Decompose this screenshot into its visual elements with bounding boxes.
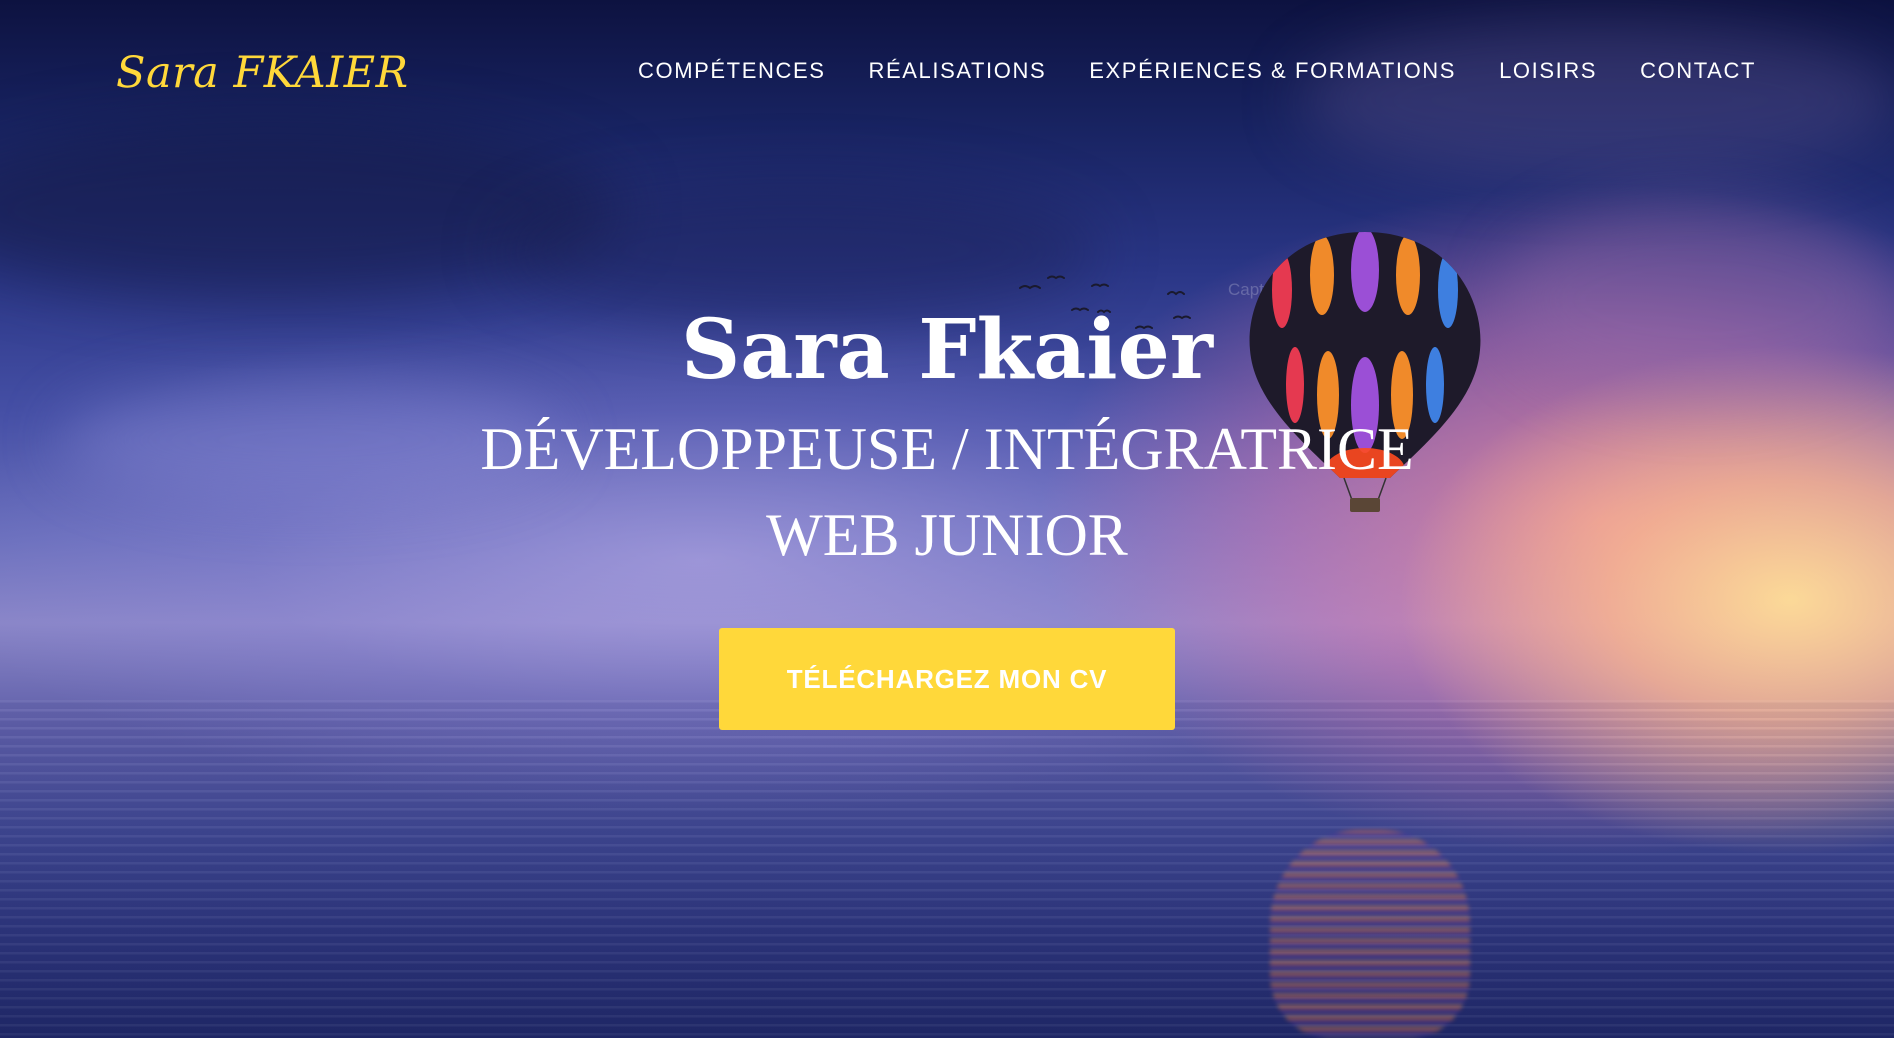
nav-link-contact[interactable]: CONTACT [1640,58,1756,84]
download-cv-button[interactable]: TÉLÉCHARGEZ MON CV [719,628,1175,730]
nav-link-loisirs[interactable]: LOISIRS [1499,58,1597,84]
site-logo[interactable]: Sara FKAIER [116,48,408,98]
nav-link-realisations[interactable]: RÉALISATIONS [869,58,1047,84]
site-header: Sara FKAIER COMPÉTENCES RÉALISATIONS EXP… [0,0,1894,150]
main-nav: COMPÉTENCES RÉALISATIONS EXPÉRIENCES & F… [638,58,1756,84]
nav-link-experiences-formations[interactable]: EXPÉRIENCES & FORMATIONS [1089,58,1456,84]
hero-content: Sara Fkaier DÉVELOPPEUSE / INTÉGRATRICE … [0,300,1894,730]
cloud [500,180,1100,320]
hero-role-line-2: WEB JUNIOR [766,502,1128,568]
balloon-reflection [1270,830,1470,1038]
hero-name: Sara Fkaier [681,302,1213,398]
nav-link-competences[interactable]: COMPÉTENCES [638,58,826,84]
hero-role-line-1: DÉVELOPPEUSE / INTÉGRATRICE [480,416,1414,482]
screen-capture-overlay-label: Capture rectangulaire [1228,280,1392,299]
water-surface [0,700,1894,1038]
hero-role: DÉVELOPPEUSE / INTÉGRATRICE WEB JUNIOR [447,406,1447,578]
